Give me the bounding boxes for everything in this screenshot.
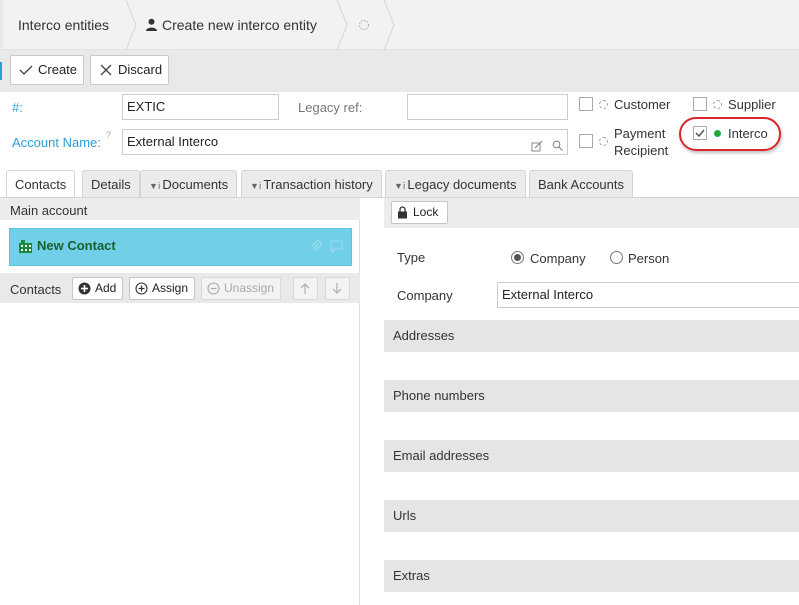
lock-icon (398, 206, 407, 219)
breadcrumb-item-interco-entities[interactable]: Interco entities (18, 0, 109, 50)
payment-recipient-checkbox[interactable] (579, 134, 593, 148)
tab-bar: Contacts Details ▼ⅰ Documents ▼ⅰ Transacti… (0, 170, 640, 199)
status-dot-icon (714, 130, 721, 137)
status-circle-icon (599, 137, 608, 146)
main-account-label: Main account (10, 203, 88, 218)
plus-circle-icon (78, 282, 91, 295)
contacts-toolbar: Contacts Add Assign Unassign (0, 273, 360, 303)
number-field[interactable]: EXTIC (122, 94, 279, 120)
tab-transaction-history-label: Transaction history (263, 177, 373, 192)
breadcrumb: Interco entities Create new interco enti… (0, 0, 799, 50)
filter-icon: ▼ⅰ (250, 181, 262, 191)
comment-icon[interactable] (330, 240, 343, 253)
toolbar-accent (0, 62, 2, 80)
add-contact-button[interactable]: Add (72, 277, 123, 300)
urls-section-header[interactable]: Urls (384, 500, 799, 532)
move-up-button[interactable] (293, 277, 318, 300)
account-name-label: Account Name: (12, 135, 101, 150)
help-icon[interactable]: ? (106, 130, 111, 140)
tab-documents[interactable]: ▼ⅰ Documents (140, 170, 238, 198)
assign-contact-button[interactable]: Assign (129, 277, 195, 300)
customer-checkbox[interactable] (579, 97, 593, 111)
tab-bank-accounts[interactable]: Bank Accounts (529, 170, 633, 198)
arrow-up-icon (300, 283, 310, 294)
create-button-label: Create (38, 62, 78, 77)
breadcrumb-separator-icon (125, 0, 137, 50)
filter-icon: ▼ⅰ (149, 181, 161, 191)
unassign-contact-button[interactable]: Unassign (201, 277, 281, 300)
type-company-radio[interactable] (511, 251, 524, 264)
create-button[interactable]: Create (10, 55, 84, 85)
company-label: Company (397, 288, 453, 303)
checkmark-icon (695, 129, 705, 138)
addresses-section-header[interactable]: Addresses (384, 320, 799, 352)
arrow-down-icon (332, 283, 342, 294)
status-circle-icon (713, 100, 722, 109)
payment-recipient-label-line2: Recipient (614, 143, 669, 158)
discard-button-label: Discard (118, 62, 163, 77)
assign-contact-label: Assign (152, 281, 189, 295)
edit-icon[interactable] (531, 140, 543, 152)
unassign-contact-label: Unassign (224, 281, 275, 295)
type-person-label: Person (628, 251, 670, 266)
user-icon (146, 18, 157, 31)
lock-label: Lock (413, 205, 439, 219)
interco-label: Interco (728, 126, 768, 141)
minus-circle-icon (207, 282, 220, 295)
type-company-label: Company (530, 251, 586, 266)
attachment-icon[interactable] (310, 240, 323, 253)
email-addresses-section-header[interactable]: Email addresses (384, 440, 799, 472)
breadcrumb-separator-icon (383, 0, 395, 50)
plus-circle-outline-icon (135, 282, 148, 295)
company-building-icon (19, 240, 32, 253)
tab-details[interactable]: Details (82, 170, 140, 198)
tab-contacts[interactable]: Contacts (6, 170, 76, 199)
legacy-ref-label: Legacy ref: (298, 100, 363, 115)
tab-legacy-documents[interactable]: ▼ⅰ Legacy documents (385, 170, 526, 198)
close-icon (100, 64, 112, 76)
lock-button[interactable]: Lock (391, 201, 448, 224)
payment-recipient-label-line1: Payment (614, 126, 666, 141)
breadcrumb-item-label: Create new interco entity (162, 17, 317, 33)
phone-numbers-section-header[interactable]: Phone numbers (384, 380, 799, 412)
move-down-button[interactable] (325, 277, 350, 300)
extras-section-header[interactable]: Extras (384, 560, 799, 592)
supplier-label: Supplier (728, 97, 776, 112)
type-label: Type (397, 250, 426, 265)
checkmark-icon (19, 65, 33, 75)
breadcrumb-item-create-new[interactable]: Create new interco entity (145, 0, 317, 50)
breadcrumb-accent (0, 0, 3, 50)
customer-label: Customer (614, 97, 671, 112)
tab-legacy-documents-label: Legacy documents (407, 177, 517, 192)
tab-transaction-history[interactable]: ▼ⅰ Transaction history (241, 170, 382, 198)
add-contact-label: Add (95, 281, 117, 295)
interco-checkbox[interactable] (693, 126, 707, 140)
company-field[interactable]: External Interco (497, 282, 799, 308)
toolbar: Create Discard (0, 50, 799, 92)
filter-icon: ▼ⅰ (394, 181, 406, 191)
status-circle-icon (599, 100, 608, 109)
discard-button[interactable]: Discard (90, 55, 169, 85)
contacts-label: Contacts (10, 282, 62, 297)
account-name-field[interactable]: External Interco (122, 129, 568, 155)
type-person-radio[interactable] (610, 251, 623, 264)
number-label: #: (12, 100, 23, 115)
loading-spinner-icon (359, 20, 369, 30)
legacy-ref-field[interactable] (407, 94, 568, 120)
search-icon[interactable] (552, 140, 563, 151)
new-contact-row[interactable]: New Contact (9, 228, 352, 266)
new-contact-label: New Contact (37, 238, 116, 253)
supplier-checkbox[interactable] (693, 97, 707, 111)
tab-documents-label: Documents (162, 177, 229, 192)
breadcrumb-separator-icon (336, 0, 348, 50)
